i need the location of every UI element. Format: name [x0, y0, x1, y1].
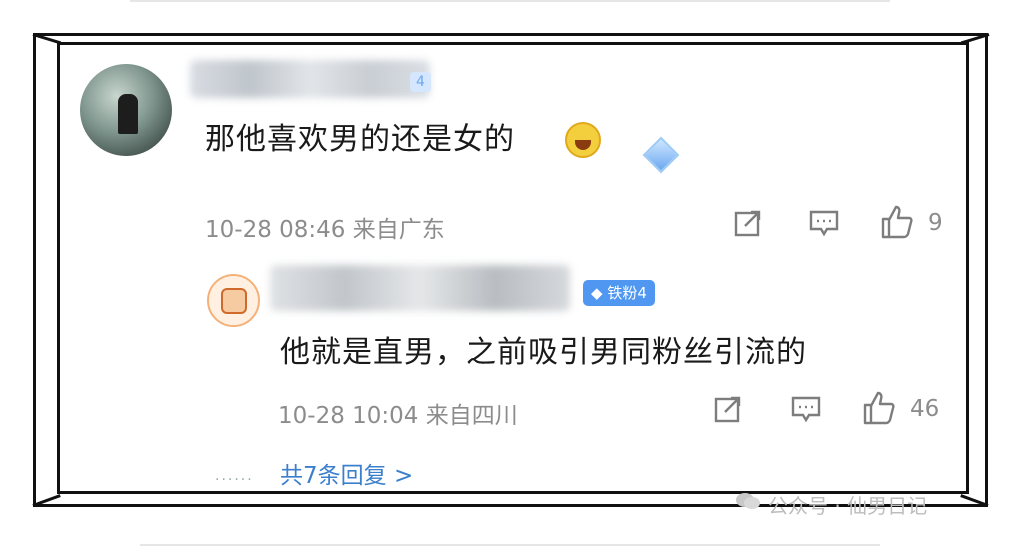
username-blurred[interactable]: [190, 60, 430, 98]
share-icon[interactable]: [713, 394, 743, 424]
fan-badge-label: 铁粉4: [607, 284, 647, 302]
username-blurred[interactable]: [270, 265, 570, 311]
avatar-figure: [118, 94, 138, 134]
top-edge-line: [130, 0, 890, 2]
comment-icon[interactable]: [808, 208, 840, 238]
laughing-crying-emoji-icon: [565, 122, 601, 158]
like-count: 9: [928, 210, 943, 236]
wechat-icon: [736, 493, 760, 509]
comment-icon[interactable]: [790, 394, 822, 424]
reply-text: 他就是直男，之前吸引男同粉丝引流的: [280, 335, 807, 370]
avatar[interactable]: [207, 274, 260, 327]
fan-badge[interactable]: 4: [410, 72, 431, 92]
emoji-mouth: [575, 140, 591, 150]
comment-text: 那他喜欢男的还是女的: [205, 122, 515, 157]
like-icon[interactable]: [862, 390, 896, 426]
share-icon[interactable]: [733, 208, 763, 238]
comment-meta: 10-28 08:46 来自广东: [205, 217, 445, 243]
avatar[interactable]: [80, 64, 172, 156]
like-count: 46: [910, 396, 940, 422]
reply-dots: ......: [215, 468, 254, 484]
reply-meta: 10-28 10:04 来自四川: [278, 403, 518, 429]
fan-badge[interactable]: ◆ 铁粉4: [583, 280, 655, 306]
like-icon[interactable]: [880, 204, 914, 240]
view-replies-link[interactable]: 共7条回复 >: [280, 456, 413, 490]
avatar-cat: [221, 288, 247, 314]
watermark-text: 公众号 · 仙男日记: [768, 494, 928, 518]
